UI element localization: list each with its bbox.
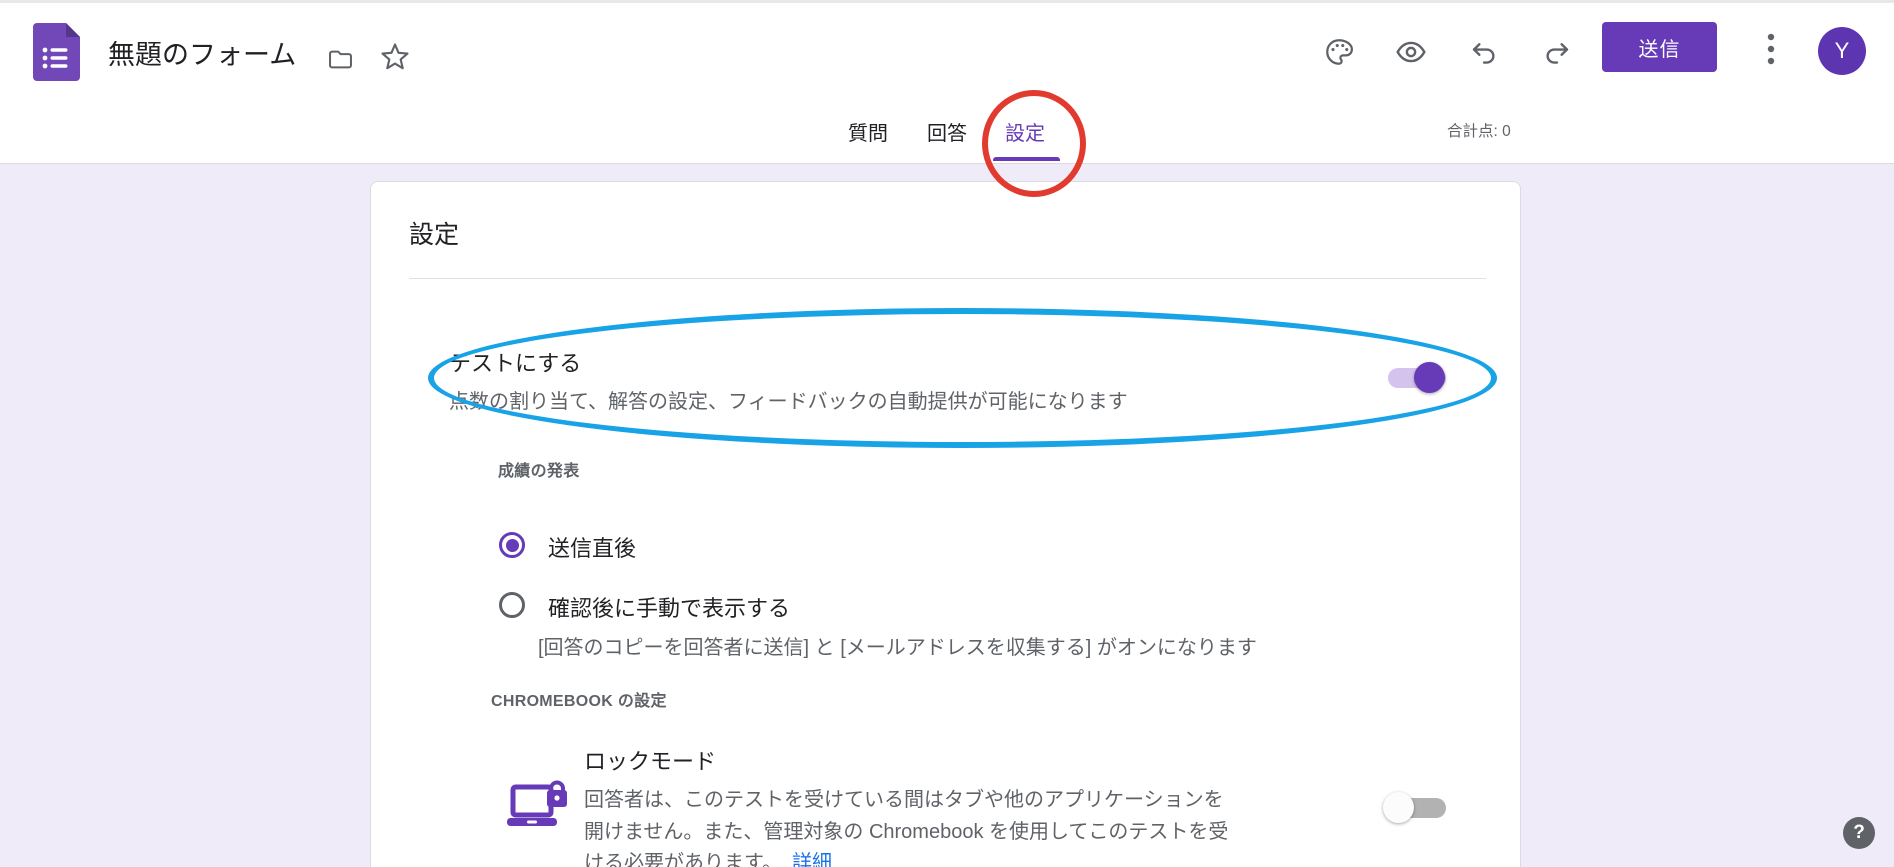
customize-theme-palette-icon[interactable] — [1323, 36, 1355, 68]
lock-mode-description-line3: ける必要があります。詳細 — [584, 846, 832, 867]
laptop-lock-icon — [507, 779, 569, 838]
move-to-folder-icon[interactable] — [324, 43, 356, 75]
radio-release-immediately[interactable] — [499, 532, 525, 558]
content-background: 設定 テストにする 点数の割り当て、解答の設定、フィードバックの自動提供が可能に… — [0, 164, 1894, 867]
settings-card: 設定 テストにする 点数の割り当て、解答の設定、フィードバックの自動提供が可能に… — [370, 181, 1521, 867]
tab-questions[interactable]: 質問 — [848, 117, 888, 146]
settings-heading: 設定 — [409, 215, 459, 251]
lock-mode-description-line1: 回答者は、このテストを受けている間はタブや他のアプリケーションを — [584, 783, 1224, 812]
learn-more-link[interactable]: 詳細 — [792, 852, 832, 867]
radio-release-later-label[interactable]: 確認後に手動で表示する — [548, 591, 790, 623]
star-icon[interactable] — [379, 41, 411, 73]
tab-responses[interactable]: 回答 — [927, 117, 967, 146]
forms-logo-icon[interactable] — [33, 23, 80, 86]
redo-icon[interactable] — [1541, 36, 1573, 68]
undo-icon[interactable] — [1468, 36, 1500, 68]
form-title[interactable]: 無題のフォーム — [108, 33, 296, 72]
header-bar: 無題のフォーム — [0, 3, 1894, 164]
lock-mode-description-line2: 開けません。また、管理対象の Chromebook を使用してこのテストを受 — [584, 815, 1228, 844]
grades-section-label: 成績の発表 — [498, 457, 580, 481]
lock-mode-toggle-thumb[interactable] — [1383, 792, 1414, 823]
preview-eye-icon[interactable] — [1395, 36, 1427, 68]
red-circle-annotation — [982, 90, 1086, 197]
radio-release-later-description: [回答のコピーを回答者に送信] と [メールアドレスを収集する] がオンになりま… — [538, 631, 1257, 660]
google-forms-settings-page: 無題のフォーム — [0, 0, 1894, 867]
radio-release-immediately-label[interactable]: 送信直後 — [548, 531, 636, 563]
chromebook-section-label: CHROMEBOOK の設定 — [491, 687, 667, 711]
help-button[interactable]: ? — [1843, 817, 1875, 849]
send-button[interactable]: 送信 — [1602, 22, 1717, 72]
lock-mode-title: ロックモード — [584, 744, 716, 776]
radio-release-later[interactable] — [499, 592, 525, 618]
card-divider — [409, 278, 1486, 279]
lock-mode-description-line3-text: ける必要があります。 — [584, 852, 782, 867]
total-points-label: 合計点: 0 — [1447, 119, 1511, 141]
radio-selected-dot — [506, 539, 519, 552]
more-options-kebab-icon[interactable] — [1758, 31, 1784, 69]
blue-ellipse-annotation — [428, 308, 1497, 448]
account-avatar[interactable]: Y — [1818, 27, 1866, 75]
